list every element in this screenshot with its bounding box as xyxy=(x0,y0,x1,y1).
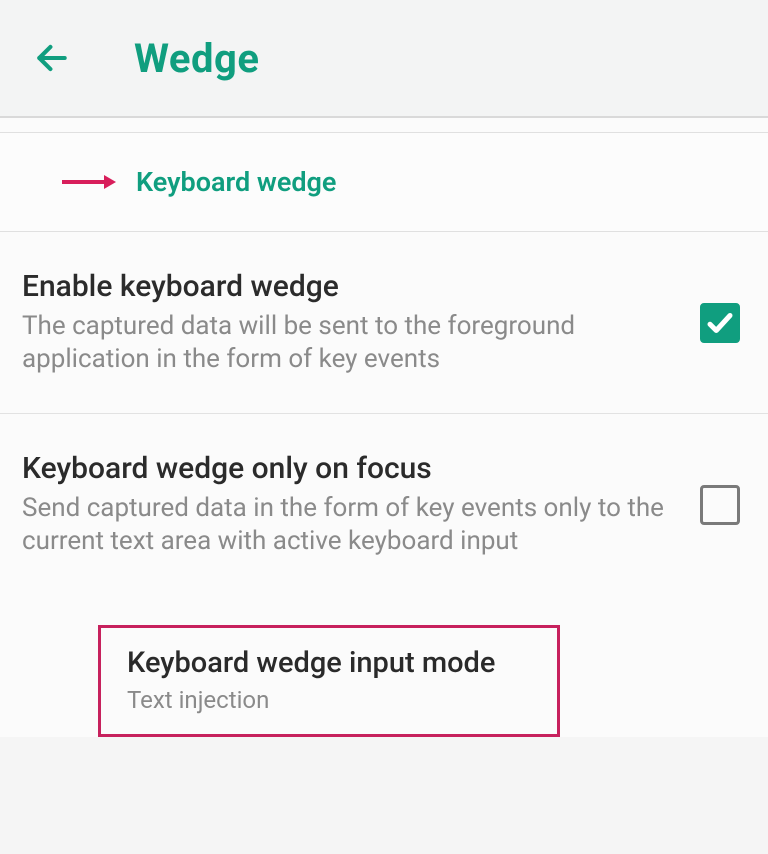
setting-enable-keyboard-wedge[interactable]: Enable keyboard wedge The captured data … xyxy=(0,232,768,414)
content-area: Keyboard wedge Enable keyboard wedge The… xyxy=(0,118,768,737)
spacer xyxy=(0,118,768,132)
section-header: Keyboard wedge xyxy=(0,132,768,232)
checkbox-checked-icon[interactable] xyxy=(700,303,740,343)
setting-desc: Send captured data in the form of key ev… xyxy=(22,492,680,560)
setting-keyboard-wedge-input-mode[interactable]: Keyboard wedge input mode Text injection xyxy=(98,625,560,737)
section-title: Keyboard wedge xyxy=(136,166,336,198)
app-bar: Wedge xyxy=(0,0,768,118)
setting-desc: The captured data will be sent to the fo… xyxy=(22,310,680,378)
pointer-arrow-icon xyxy=(60,173,116,191)
setting-value: Text injection xyxy=(127,686,533,714)
highlight-area: Keyboard wedge input mode Text injection xyxy=(0,595,768,737)
setting-text: Enable keyboard wedge The captured data … xyxy=(22,268,700,377)
setting-title: Enable keyboard wedge xyxy=(22,268,680,306)
setting-title: Keyboard wedge only on focus xyxy=(22,450,680,488)
page-title: Wedge xyxy=(134,35,259,82)
setting-keyboard-wedge-only-on-focus[interactable]: Keyboard wedge only on focus Send captur… xyxy=(0,414,768,595)
setting-title: Keyboard wedge input mode xyxy=(127,646,533,680)
back-arrow-icon[interactable] xyxy=(30,36,74,80)
checkbox-unchecked-icon[interactable] xyxy=(700,485,740,525)
setting-text: Keyboard wedge only on focus Send captur… xyxy=(22,450,700,559)
